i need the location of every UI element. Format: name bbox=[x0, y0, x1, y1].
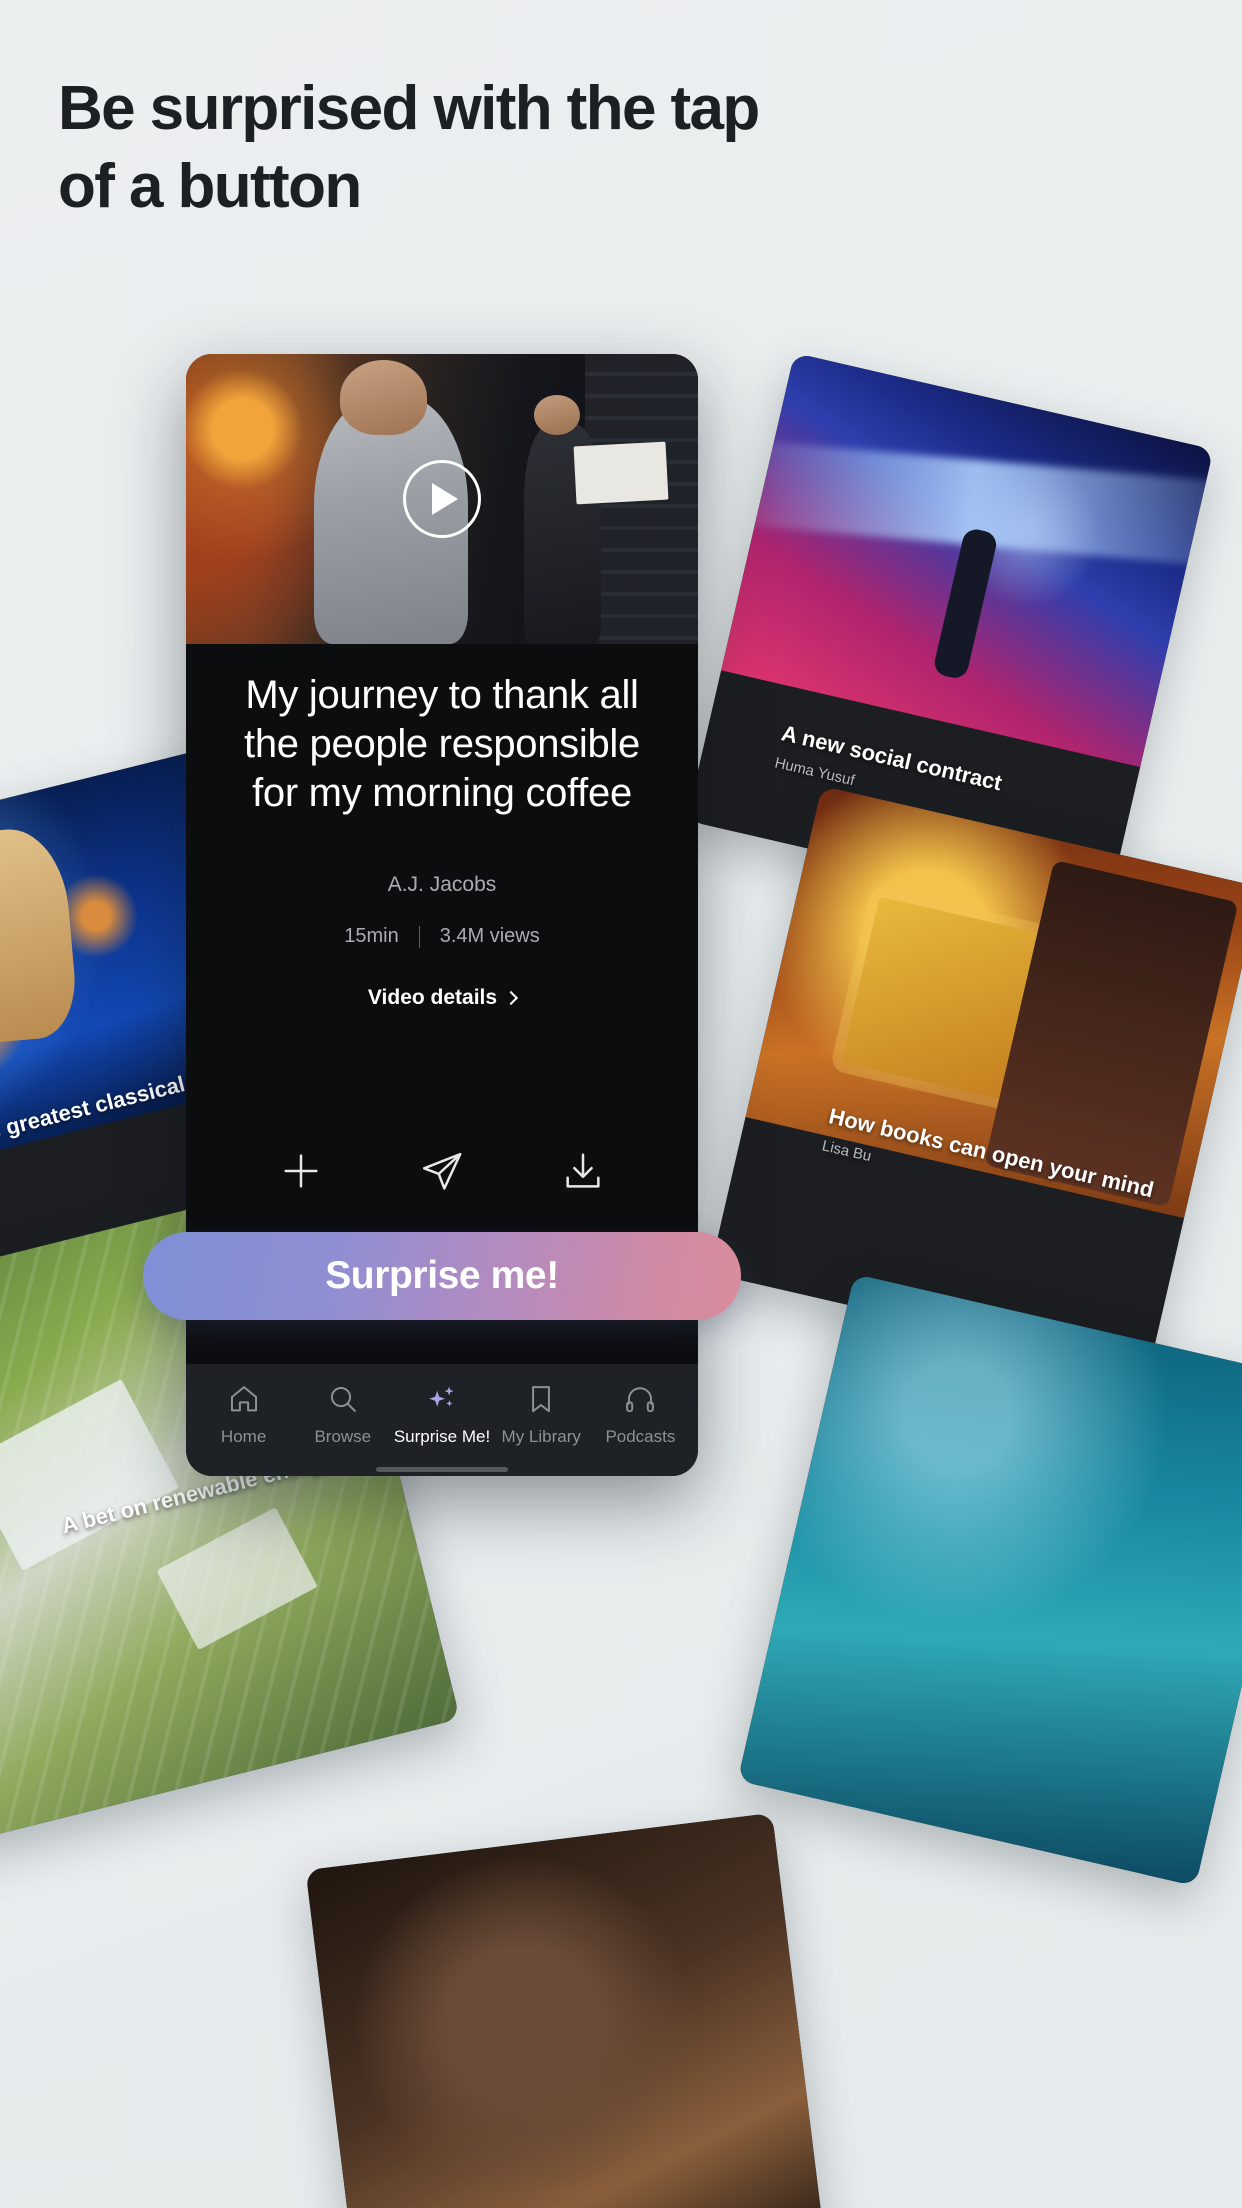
nav-label: Podcasts bbox=[605, 1426, 676, 1446]
headphones-icon bbox=[623, 1382, 657, 1416]
nav-item-my-library[interactable]: My Library bbox=[492, 1382, 591, 1447]
thumbnail-sign-board bbox=[573, 441, 669, 505]
video-author: A.J. Jacobs bbox=[387, 873, 497, 897]
nav-label: Surprise Me! bbox=[393, 1426, 491, 1446]
nav-label: Browse bbox=[314, 1426, 372, 1446]
video-thumbnail[interactable] bbox=[186, 354, 698, 644]
nav-item-surprise-me[interactable]: Surprise Me! bbox=[392, 1382, 491, 1447]
background-card-books[interactable] bbox=[709, 785, 1242, 1375]
surprise-me-label: Surprise me! bbox=[325, 1254, 559, 1297]
nav-label: My Library bbox=[501, 1426, 581, 1446]
nav-label: Home bbox=[220, 1426, 267, 1446]
thumbnail-speaker-head bbox=[339, 359, 427, 436]
nav-item-browse[interactable]: Browse bbox=[293, 1382, 392, 1447]
play-icon[interactable] bbox=[403, 460, 481, 538]
bookmark-icon bbox=[524, 1382, 558, 1416]
video-stats: 15min 3.4M views bbox=[186, 925, 698, 948]
download-button[interactable] bbox=[560, 1148, 606, 1194]
home-icon bbox=[227, 1382, 261, 1416]
video-views: 3.4M views bbox=[439, 925, 540, 948]
home-indicator bbox=[376, 1467, 508, 1472]
chevron-right-icon bbox=[504, 990, 519, 1005]
add-to-list-button[interactable] bbox=[278, 1148, 324, 1194]
background-card-speaker[interactable] bbox=[305, 1812, 825, 2208]
video-title: My journey to thank all the people respo… bbox=[244, 673, 640, 815]
surprise-me-button[interactable]: Surprise me! bbox=[143, 1232, 741, 1320]
thumbnail-second-person-head bbox=[534, 394, 581, 436]
card-thumbnail bbox=[305, 1812, 825, 2208]
video-duration: 15min bbox=[344, 925, 399, 948]
sparkles-icon bbox=[425, 1382, 459, 1416]
video-details-label: Video details bbox=[367, 986, 498, 1010]
search-icon bbox=[326, 1382, 360, 1416]
play-triangle bbox=[432, 483, 458, 515]
card-thumbnail bbox=[737, 1273, 1242, 1887]
bottom-navigation-bar: Home Browse Surprise Me! My Library Podc… bbox=[186, 1364, 698, 1476]
stats-divider bbox=[418, 925, 420, 948]
nav-item-home[interactable]: Home bbox=[194, 1382, 293, 1447]
nav-item-podcasts[interactable]: Podcasts bbox=[591, 1382, 690, 1447]
share-button[interactable] bbox=[419, 1148, 465, 1194]
video-details-link[interactable]: Video details bbox=[186, 986, 698, 1010]
background-card-ocean[interactable] bbox=[737, 1273, 1242, 1887]
video-action-row bbox=[186, 1148, 698, 1194]
